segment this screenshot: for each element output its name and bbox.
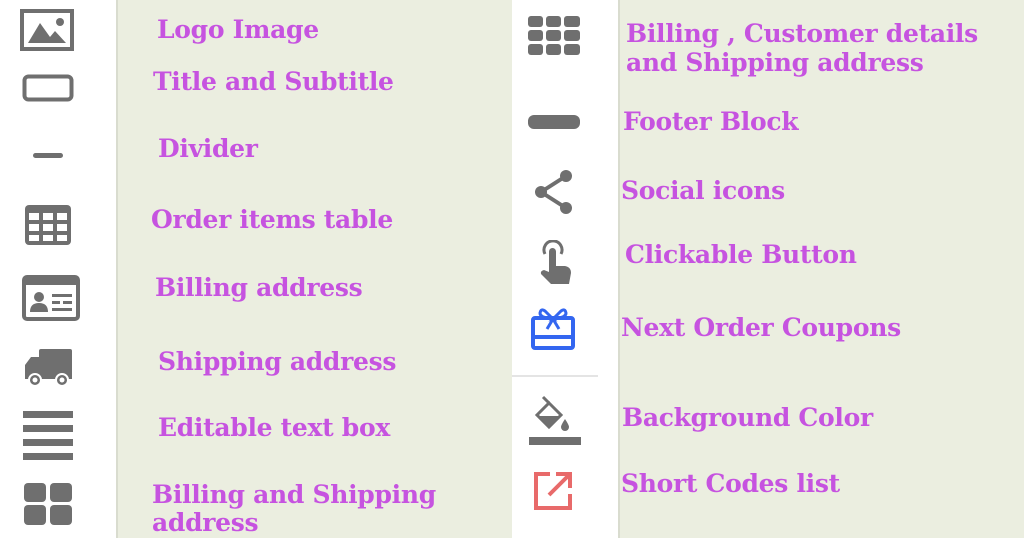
label-clickable-button: Clickable Button bbox=[625, 240, 857, 269]
grid-3x3-icon[interactable] bbox=[527, 15, 581, 57]
rectangle-icon[interactable] bbox=[22, 74, 74, 102]
table-icon[interactable] bbox=[24, 204, 72, 246]
label-title-subtitle: Title and Subtitle bbox=[153, 67, 394, 96]
text-lines-icon[interactable] bbox=[22, 409, 74, 463]
right-icon-panel bbox=[512, 0, 620, 538]
label-social-icons: Social icons bbox=[621, 176, 785, 205]
label-billing-and-shipping-address: Billing and Shipping address bbox=[152, 480, 436, 537]
left-icon-panel bbox=[0, 0, 118, 538]
label-logo-image: Logo Image bbox=[157, 15, 319, 44]
footer-bar-icon[interactable] bbox=[527, 113, 581, 131]
divider-line-icon[interactable] bbox=[32, 152, 64, 160]
image-icon[interactable] bbox=[20, 9, 74, 51]
label-billing-address: Billing address bbox=[155, 273, 363, 302]
grid-2x2-icon[interactable] bbox=[23, 482, 73, 526]
right-label-panel: Billing , Customer details and Shipping … bbox=[620, 0, 1024, 538]
label-divider: Divider bbox=[158, 134, 258, 163]
pointer-hand-icon[interactable] bbox=[537, 240, 575, 288]
truck-icon[interactable] bbox=[22, 347, 74, 389]
label-background-color: Background Color bbox=[622, 403, 873, 432]
label-order-items-table: Order items table bbox=[151, 205, 393, 234]
left-label-panel: Logo Image Title and Subtitle Divider Or… bbox=[118, 0, 512, 538]
section-divider bbox=[512, 375, 598, 377]
gift-card-icon[interactable] bbox=[530, 305, 576, 351]
label-next-order-coupons: Next Order Coupons bbox=[621, 313, 901, 342]
paint-bucket-icon[interactable] bbox=[527, 395, 583, 447]
label-editable-text-box: Editable text box bbox=[158, 413, 390, 442]
label-short-codes-list: Short Codes list bbox=[621, 469, 840, 498]
label-billing-customer-shipping: Billing , Customer details and Shipping … bbox=[626, 19, 978, 77]
label-shipping-address: Shipping address bbox=[158, 347, 397, 376]
label-footer-block: Footer Block bbox=[623, 107, 799, 136]
share-icon[interactable] bbox=[532, 168, 576, 216]
contact-card-icon[interactable] bbox=[22, 275, 80, 321]
external-link-icon[interactable] bbox=[532, 470, 574, 512]
